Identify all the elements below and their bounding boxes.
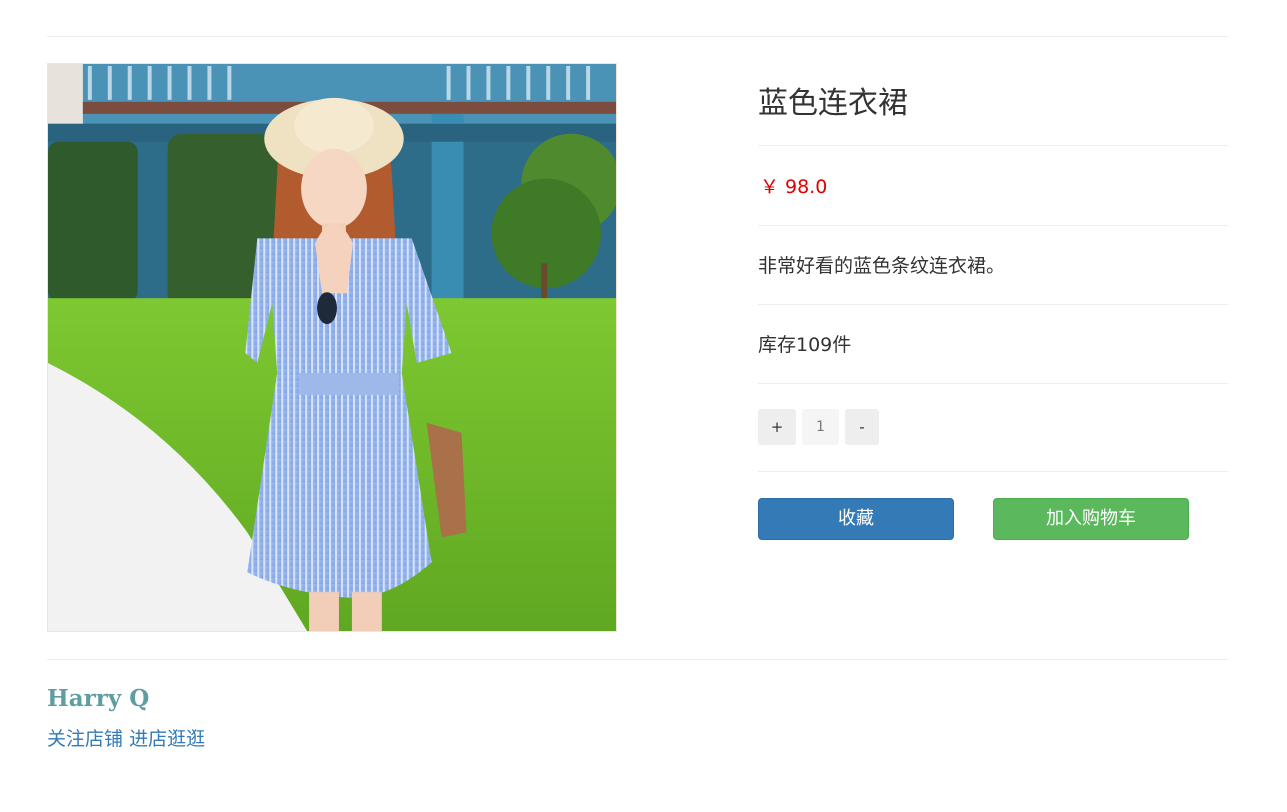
product-image xyxy=(47,63,617,632)
stock-divider xyxy=(758,383,1228,384)
description-divider xyxy=(758,304,1228,305)
shop-links: 关注店铺 进店逛逛 xyxy=(47,726,205,752)
title-divider xyxy=(758,145,1228,146)
product-title: 蓝色连衣裙 xyxy=(758,86,908,121)
add-to-cart-button[interactable]: 加入购物车 xyxy=(993,498,1189,540)
top-divider xyxy=(47,36,1228,37)
shop-name: Harry Q xyxy=(47,685,150,712)
follow-shop-link[interactable]: 关注店铺 xyxy=(47,728,123,750)
quantity-increase-button[interactable]: + xyxy=(758,409,796,445)
product-stock: 库存109件 xyxy=(758,334,852,356)
shop-divider xyxy=(47,659,1228,660)
favorite-button[interactable]: 收藏 xyxy=(758,498,954,540)
quantity-divider xyxy=(758,471,1228,472)
product-description: 非常好看的蓝色条纹连衣裙。 xyxy=(758,255,1006,277)
product-price: ￥ 98.0 xyxy=(760,176,828,198)
quantity-decrease-button[interactable]: - xyxy=(845,409,879,445)
visit-shop-link[interactable]: 进店逛逛 xyxy=(129,728,205,750)
quantity-input[interactable] xyxy=(802,409,839,445)
price-divider xyxy=(758,225,1228,226)
